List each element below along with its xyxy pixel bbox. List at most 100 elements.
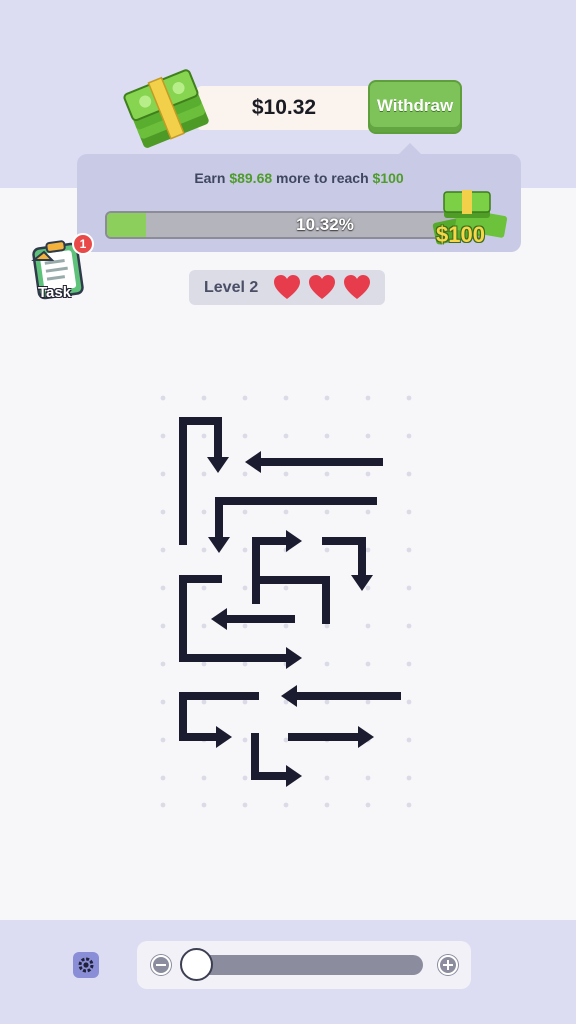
balance-value: $10.32: [251, 96, 317, 119]
grid-dot: [283, 471, 289, 477]
grid-dot: [324, 699, 330, 705]
grid-dot: [283, 509, 289, 515]
grid-dot: [365, 775, 371, 781]
grid-dots: [160, 395, 412, 808]
grid-dot: [365, 547, 371, 553]
grid-dot: [160, 471, 166, 477]
grid-dot: [242, 433, 248, 439]
grid-dot: [160, 547, 166, 553]
heart-icon: [309, 275, 335, 299]
withdraw-button[interactable]: Withdraw: [368, 80, 462, 134]
grid-dot: [160, 585, 166, 591]
heart-icon: [274, 275, 300, 299]
grid-dot: [324, 661, 330, 667]
zoom-slider-knob[interactable]: [180, 948, 213, 981]
grid-dot: [201, 661, 207, 667]
grid-dot: [406, 547, 412, 553]
grid-dot: [365, 623, 371, 629]
grid-dot: [406, 509, 412, 515]
zoom-out-icon: [151, 955, 171, 975]
puzzle-arrow[interactable]: [179, 692, 259, 748]
grid-dot: [406, 433, 412, 439]
grid-dot: [160, 509, 166, 515]
grid-dot: [406, 699, 412, 705]
grid-dot: [160, 737, 166, 743]
grid-dot: [365, 699, 371, 705]
grid-dot: [365, 471, 371, 477]
zoom-in-button[interactable]: [437, 954, 459, 976]
grid-dot: [324, 775, 330, 781]
gear-icon: [78, 957, 94, 973]
grid-dot: [160, 802, 166, 808]
grid-dot: [242, 802, 248, 808]
grid-dot: [324, 623, 330, 629]
grid-dot: [365, 585, 371, 591]
level-label: Level 2: [204, 279, 259, 296]
zoom-out-button[interactable]: [150, 954, 172, 976]
grid-dot: [406, 802, 412, 808]
grid-dot: [242, 699, 248, 705]
grid-dot: [365, 433, 371, 439]
grid-dot: [201, 433, 207, 439]
grid-dot: [201, 699, 207, 705]
grid-dot: [201, 509, 207, 515]
grid-dot: [201, 775, 207, 781]
grid-dot: [406, 471, 412, 477]
grid-dot: [201, 623, 207, 629]
puzzle-arrow[interactable]: [288, 726, 374, 748]
grid-dot: [406, 661, 412, 667]
grid-dot: [242, 585, 248, 591]
puzzle-arrow[interactable]: [245, 451, 383, 473]
grid-dot: [283, 395, 289, 401]
grid-dot: [201, 547, 207, 553]
grid-dot: [242, 509, 248, 515]
grid-dot: [324, 395, 330, 401]
grid-dot: [406, 775, 412, 781]
grid-dot: [283, 585, 289, 591]
grid-dot: [242, 395, 248, 401]
grid-dot: [242, 623, 248, 629]
heart-icon: [344, 275, 370, 299]
grid-dot: [201, 585, 207, 591]
grid-dot: [160, 661, 166, 667]
grid-dot: [283, 737, 289, 743]
task-label: Task: [38, 284, 72, 301]
zoom-slider-track[interactable]: [195, 955, 423, 975]
grid-dot: [201, 395, 207, 401]
grid-dot: [242, 547, 248, 553]
grid-dot: [324, 471, 330, 477]
puzzle-arrow[interactable]: [252, 530, 302, 604]
zoom-in-icon: [438, 955, 458, 975]
grid-dot: [201, 802, 207, 808]
grid-dot: [160, 433, 166, 439]
grid-dot: [160, 623, 166, 629]
grid-dot: [365, 509, 371, 515]
grid-dot: [160, 775, 166, 781]
grid-dot: [365, 395, 371, 401]
grid-dot: [406, 395, 412, 401]
grid-dot: [365, 661, 371, 667]
grid-dot: [160, 395, 166, 401]
task-notification-badge: 1: [72, 233, 94, 255]
grid-dot: [406, 585, 412, 591]
grid-dot: [242, 775, 248, 781]
puzzle-arrow[interactable]: [281, 685, 401, 707]
grid-dot: [201, 471, 207, 477]
grid-dot: [283, 433, 289, 439]
grid-dot: [242, 471, 248, 477]
puzzle-arrow[interactable]: [251, 733, 302, 787]
grid-dot: [283, 623, 289, 629]
grid-dot: [160, 699, 166, 705]
puzzle-arrow[interactable]: [179, 575, 302, 669]
earn-prefix: Earn: [194, 170, 226, 186]
earn-target: $100: [372, 170, 404, 186]
grid-dot: [324, 509, 330, 515]
settings-button[interactable]: [73, 952, 99, 978]
grid-dot: [324, 547, 330, 553]
goal-amount: $100: [436, 222, 485, 247]
earn-message: Earn $89.68 more to reach $100: [77, 170, 521, 186]
grid-dot: [242, 661, 248, 667]
cash-stack-icon: [123, 69, 209, 148]
grid-dot: [406, 737, 412, 743]
puzzle-arrow[interactable]: [211, 608, 295, 630]
